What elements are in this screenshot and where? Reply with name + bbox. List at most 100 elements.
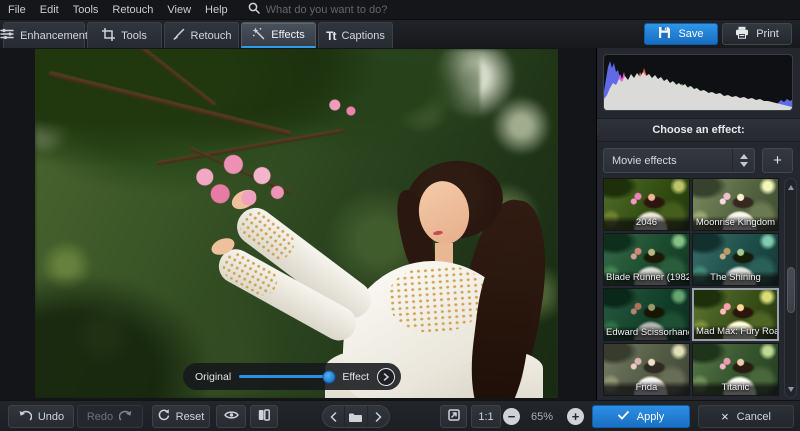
menu-edit[interactable]: Edit — [40, 4, 59, 16]
effect-thumb-frida[interactable]: Frida — [603, 343, 690, 396]
effects-scrollbar[interactable] — [784, 178, 797, 398]
effect-name: Frida — [604, 381, 689, 395]
effect-name: Mad Max: Fury Road — [694, 325, 777, 339]
tab-tools-label: Tools — [121, 30, 147, 42]
save-label: Save — [678, 28, 703, 40]
tab-retouch-label: Retouch — [191, 30, 232, 42]
effect-name: Edward Scissorhands — [604, 326, 689, 340]
before-after-button[interactable] — [250, 405, 278, 428]
select-spinner[interactable] — [732, 149, 754, 172]
effect-name: Moonrise Kingdom — [693, 216, 778, 230]
apply-label: Apply — [637, 411, 665, 423]
previous-photo-button[interactable] — [323, 406, 344, 427]
effects-grid: 2046 Moonrise Kingdom Blade Runner (1982… — [603, 178, 781, 396]
effect-name: 2046 — [604, 216, 689, 230]
zoom-in-button[interactable]: + — [562, 405, 589, 428]
plus-icon: + — [773, 152, 782, 169]
open-folder-button[interactable] — [344, 406, 366, 427]
effect-thumb-2046[interactable]: 2046 — [603, 178, 690, 231]
tab-retouch[interactable]: Retouch — [164, 22, 239, 48]
bottom-toolbar: Undo Redo Reset — [0, 400, 800, 431]
minus-icon: − — [508, 410, 516, 423]
redo-icon — [119, 410, 133, 424]
expand-compare-button[interactable] — [377, 368, 395, 386]
zoom-out-button[interactable]: − — [498, 405, 525, 428]
add-effect-button[interactable]: + — [762, 148, 793, 173]
menu-view[interactable]: View — [167, 4, 191, 16]
print-button[interactable]: Print — [722, 23, 792, 45]
scroll-up-icon[interactable] — [785, 182, 796, 192]
tab-effects[interactable]: Effects — [241, 22, 316, 48]
search-input[interactable] — [266, 4, 566, 16]
tab-captions-label: Captions — [341, 30, 384, 42]
fit-to-screen-button[interactable] — [440, 405, 467, 428]
menu-retouch[interactable]: Retouch — [112, 4, 153, 16]
undo-label: Undo — [38, 411, 64, 423]
printer-icon — [735, 26, 749, 42]
flowers-cluster — [185, 149, 295, 219]
split-view-icon — [258, 409, 270, 424]
reset-button[interactable]: Reset — [152, 405, 210, 428]
checkmark-icon — [618, 411, 629, 423]
plus-zoom-icon: + — [572, 410, 580, 423]
print-label: Print — [756, 28, 779, 40]
choose-effect-header: Choose an effect: — [597, 118, 800, 142]
menu-tools[interactable]: Tools — [73, 4, 99, 16]
compare-track[interactable] — [239, 375, 334, 378]
photo-editor-window: File Edit Tools Retouch View Help Enhanc… — [0, 0, 800, 431]
save-button[interactable]: Save — [644, 23, 718, 45]
compare-slider: Original Effect — [183, 363, 401, 390]
menu-bar: File Edit Tools Retouch View Help — [0, 0, 800, 20]
file-navigation-group — [322, 405, 390, 428]
tab-captions[interactable]: Tt Captions — [318, 22, 393, 48]
eye-icon — [224, 410, 239, 423]
undo-button[interactable]: Undo — [8, 405, 74, 428]
scroll-down-icon[interactable] — [785, 384, 796, 394]
crop-icon — [102, 28, 115, 44]
brush-icon — [172, 28, 185, 44]
effect-category-select[interactable]: Movie effects — [603, 148, 755, 173]
effect-thumb-the-shining[interactable]: The Shining — [692, 233, 779, 286]
apply-button[interactable]: Apply — [592, 405, 690, 428]
tab-tools[interactable]: Tools — [87, 22, 162, 48]
menu-file[interactable]: File — [8, 4, 26, 16]
tab-effects-label: Effects — [271, 29, 304, 41]
effect-thumb-titanic[interactable]: Titanic — [692, 343, 779, 396]
close-icon: × — [721, 409, 729, 424]
captions-tt-icon: Tt — [326, 29, 335, 43]
search-box — [248, 1, 792, 19]
tab-enhancement-label: Enhancement — [20, 30, 88, 42]
effect-name: Titanic — [693, 381, 778, 395]
preview-original-button[interactable] — [216, 405, 246, 428]
redo-label: Redo — [87, 411, 113, 423]
menu-help[interactable]: Help — [205, 4, 228, 16]
effect-thumb-moonrise-kingdom[interactable]: Moonrise Kingdom — [692, 178, 779, 231]
effect-name: The Shining — [693, 271, 778, 285]
spinner-down-icon — [740, 162, 748, 167]
zoom-level[interactable]: 65% — [524, 405, 560, 428]
search-icon — [248, 1, 260, 19]
redo-button[interactable]: Redo — [77, 405, 143, 428]
floppy-disk-icon — [658, 26, 671, 42]
effect-thumb-edward-scissorhands[interactable]: Edward Scissorhands — [603, 288, 690, 341]
chevron-right-circle-icon — [382, 368, 390, 386]
effect-thumb-mad-max-fury-road[interactable]: Mad Max: Fury Road — [692, 288, 779, 341]
tab-enhancement[interactable]: Enhancement — [3, 22, 85, 48]
reset-icon — [158, 409, 170, 424]
spinner-up-icon — [740, 154, 748, 159]
reset-label: Reset — [176, 411, 205, 423]
canvas-area: Original Effect — [0, 48, 597, 400]
actual-size-button[interactable]: 1:1 — [471, 405, 501, 428]
effect-label: Effect — [342, 371, 369, 383]
next-photo-button[interactable] — [367, 406, 389, 427]
ratio-label: 1:1 — [478, 411, 493, 423]
sliders-icon — [0, 28, 14, 43]
original-label: Original — [195, 371, 231, 383]
effect-thumb-blade-runner[interactable]: Blade Runner (1982) — [603, 233, 690, 286]
cancel-button[interactable]: × Cancel — [698, 405, 794, 428]
photo-preview — [35, 49, 558, 398]
magic-wand-icon — [252, 27, 265, 43]
scrollbar-thumb[interactable] — [787, 267, 795, 313]
histogram — [603, 54, 793, 111]
compare-slider-handle[interactable] — [322, 370, 335, 383]
